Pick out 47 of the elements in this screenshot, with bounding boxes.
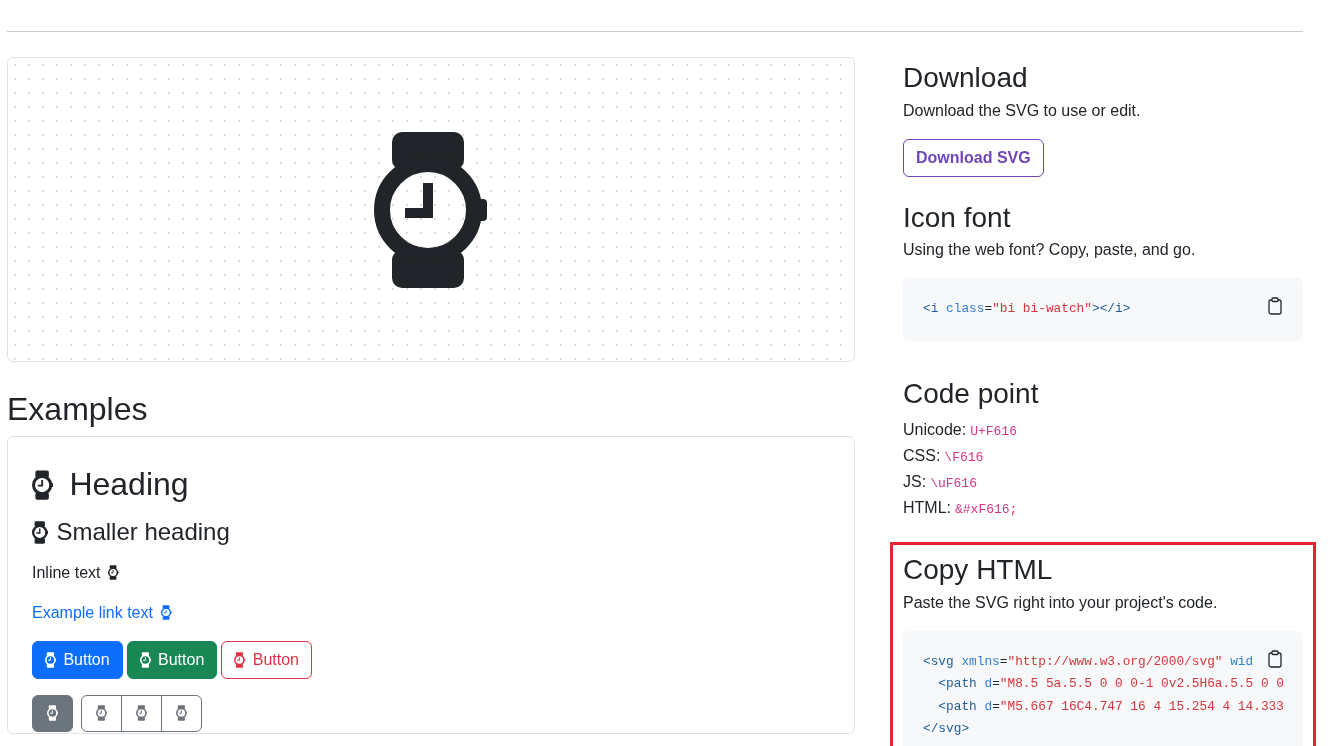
watch-icon xyxy=(32,469,54,500)
section-description: Paste the SVG right into your project's code. xyxy=(903,592,1219,613)
code-point-value: \uF616 xyxy=(930,475,977,494)
watch-icon xyxy=(175,705,188,722)
code-line: <path d="M8.5 5a.5.5 0 0 0-1 0v2.5H6a.5.5 0 0 xyxy=(937,675,1284,694)
example-link[interactable]: Example link text xyxy=(32,600,153,625)
watch-icon xyxy=(234,651,246,668)
code-point-label: Unicode: xyxy=(903,420,967,441)
code-point-label: HTML: xyxy=(903,498,951,519)
code-line: <svg xmlns="http://www.w3.org/2000/svg" wid xyxy=(923,652,1254,671)
code-line: </svg> xyxy=(923,720,970,739)
watch-icon xyxy=(139,651,152,668)
section-heading: Download xyxy=(903,61,1029,95)
watch-icon xyxy=(374,129,488,290)
section-heading: Examples xyxy=(7,390,149,429)
copy-button[interactable] xyxy=(1267,649,1283,668)
example-button[interactable]: Button xyxy=(126,640,218,679)
watch-icon xyxy=(135,705,148,722)
example-button[interactable]: Button xyxy=(32,640,123,679)
watch-icon xyxy=(160,605,172,621)
download-button[interactable]: Download SVG xyxy=(903,138,1044,177)
section-heading: Code point xyxy=(903,376,1040,411)
section-description: Download the SVG to use or edit. xyxy=(903,100,1142,121)
watch-icon xyxy=(46,705,59,722)
code-point-value: U+F616 xyxy=(970,423,1017,442)
inline-text: Inline text xyxy=(32,562,101,583)
code-point-value: \F616 xyxy=(944,449,984,468)
copy-button[interactable] xyxy=(1267,297,1283,316)
section-heading: Copy HTML xyxy=(903,553,1054,587)
section-heading: Icon font xyxy=(903,200,1012,235)
code-line: <path d="M5.667 16C4.747 16 4 15.254 4 14.333 xyxy=(937,697,1284,716)
example-button[interactable]: Button xyxy=(221,640,312,679)
watch-icon xyxy=(95,705,108,722)
heading-text: Heading xyxy=(69,465,189,504)
code-point-label: JS: xyxy=(903,472,927,493)
heading-text: Smaller heading xyxy=(56,517,230,547)
icon-button[interactable] xyxy=(81,694,122,732)
icon-button[interactable] xyxy=(161,694,202,732)
icon-button[interactable] xyxy=(32,694,73,732)
watch-icon xyxy=(45,651,57,668)
icon-button[interactable] xyxy=(121,694,162,732)
section-description: Using the web font? Copy, paste, and go. xyxy=(903,240,1197,261)
watch-icon xyxy=(32,520,49,544)
code-point-label: CSS: xyxy=(903,446,941,467)
code-line: <i class="bi bi-watch"></i> xyxy=(923,300,1131,319)
code-point-value: &#xF616; xyxy=(955,501,1018,520)
watch-icon xyxy=(108,565,120,581)
